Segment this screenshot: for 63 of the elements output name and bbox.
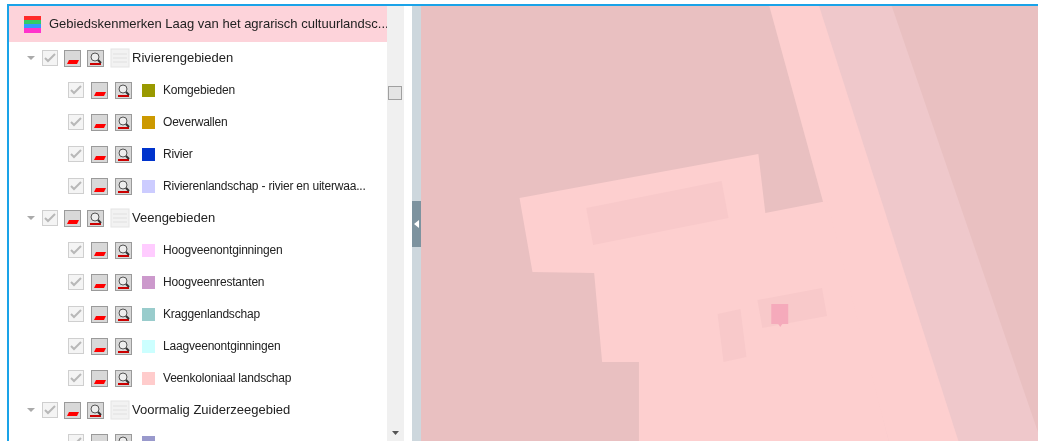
class-label[interactable]: Oeverwallen [163, 113, 228, 131]
layer-visibility-icon[interactable] [91, 305, 108, 323]
class-label[interactable]: Kraggenlandschap [163, 305, 260, 323]
legend-stack-icon [110, 400, 130, 420]
layer-visibility-icon[interactable] [64, 209, 81, 227]
checkbox[interactable] [68, 114, 84, 130]
zoom-icon[interactable] [115, 305, 132, 323]
zoom-icon[interactable] [87, 49, 104, 67]
class-label[interactable]: Rivierenlandschap - rivier en uiterwaa... [163, 177, 366, 195]
layer-header[interactable]: Gebiedskenmerken Laag van het agrarisch cultuurlandsc... [9, 6, 387, 42]
collapse-arrow-icon [414, 219, 419, 228]
zoom-icon[interactable] [115, 113, 132, 131]
class-label[interactable]: Laagveenontginningen [163, 337, 281, 355]
layer-visibility-icon[interactable] [91, 177, 108, 195]
scrollbar-thumb[interactable] [388, 86, 402, 100]
expand-caret-icon[interactable] [26, 213, 36, 223]
zoom-icon[interactable] [87, 401, 104, 419]
zoom-icon[interactable] [115, 273, 132, 291]
layer-visibility-icon[interactable] [91, 145, 108, 163]
zoom-icon[interactable] [115, 145, 132, 163]
checkbox[interactable] [68, 274, 84, 290]
group-label[interactable]: Veengebieden [132, 208, 216, 228]
layer-visibility-icon[interactable] [91, 241, 108, 259]
scrollbar[interactable] [387, 6, 404, 441]
checkbox[interactable] [68, 338, 84, 354]
layer-title: Gebiedskenmerken Laag van het agrarisch cultuurlandsc... [49, 15, 387, 34]
class-label[interactable]: Komgebieden [163, 81, 235, 99]
layer-visibility-icon[interactable] [91, 273, 108, 291]
zoom-icon[interactable] [87, 209, 104, 227]
expand-caret-icon[interactable] [26, 53, 36, 63]
class-label[interactable]: Hoogveenontginningen [163, 241, 283, 259]
checkbox[interactable] [68, 370, 84, 386]
checkbox[interactable] [68, 146, 84, 162]
legend-stack-icon [110, 48, 130, 68]
collapse-handle[interactable] [412, 200, 421, 247]
group-label[interactable]: Voormalig Zuiderzeegebied [132, 400, 291, 420]
zoom-icon[interactable] [115, 177, 132, 195]
expand-caret-icon[interactable] [26, 405, 36, 415]
checkbox[interactable] [68, 306, 84, 322]
checkbox[interactable] [68, 82, 84, 98]
zoom-icon[interactable] [115, 337, 132, 355]
checkbox[interactable] [42, 50, 58, 66]
checkbox[interactable] [68, 178, 84, 194]
layer-visibility-icon[interactable] [91, 337, 108, 355]
checkbox[interactable] [42, 210, 58, 226]
layer-color-icon [24, 15, 41, 33]
layer-visibility-icon[interactable] [91, 113, 108, 131]
layer-visibility-icon[interactable] [91, 81, 108, 99]
zoom-icon[interactable] [115, 241, 132, 259]
class-label[interactable]: Veenkoloniaal landschap [163, 369, 292, 387]
checkbox[interactable] [68, 242, 84, 258]
zoom-icon[interactable] [115, 81, 132, 99]
zoom-icon[interactable] [115, 369, 132, 387]
layer-visibility-icon[interactable] [64, 49, 81, 67]
checkbox[interactable] [42, 402, 58, 418]
legend-stack-icon [110, 208, 130, 228]
layer-visibility-icon[interactable] [91, 369, 108, 387]
group-label[interactable]: Rivierengebieden [132, 48, 234, 68]
layer-visibility-icon[interactable] [64, 401, 81, 419]
scroll-down-arrow-icon[interactable] [392, 431, 399, 435]
class-label[interactable]: Hoogveenrestanten [163, 273, 265, 291]
splitter-bar[interactable] [412, 6, 421, 441]
class-label[interactable]: Rivier [163, 145, 193, 163]
